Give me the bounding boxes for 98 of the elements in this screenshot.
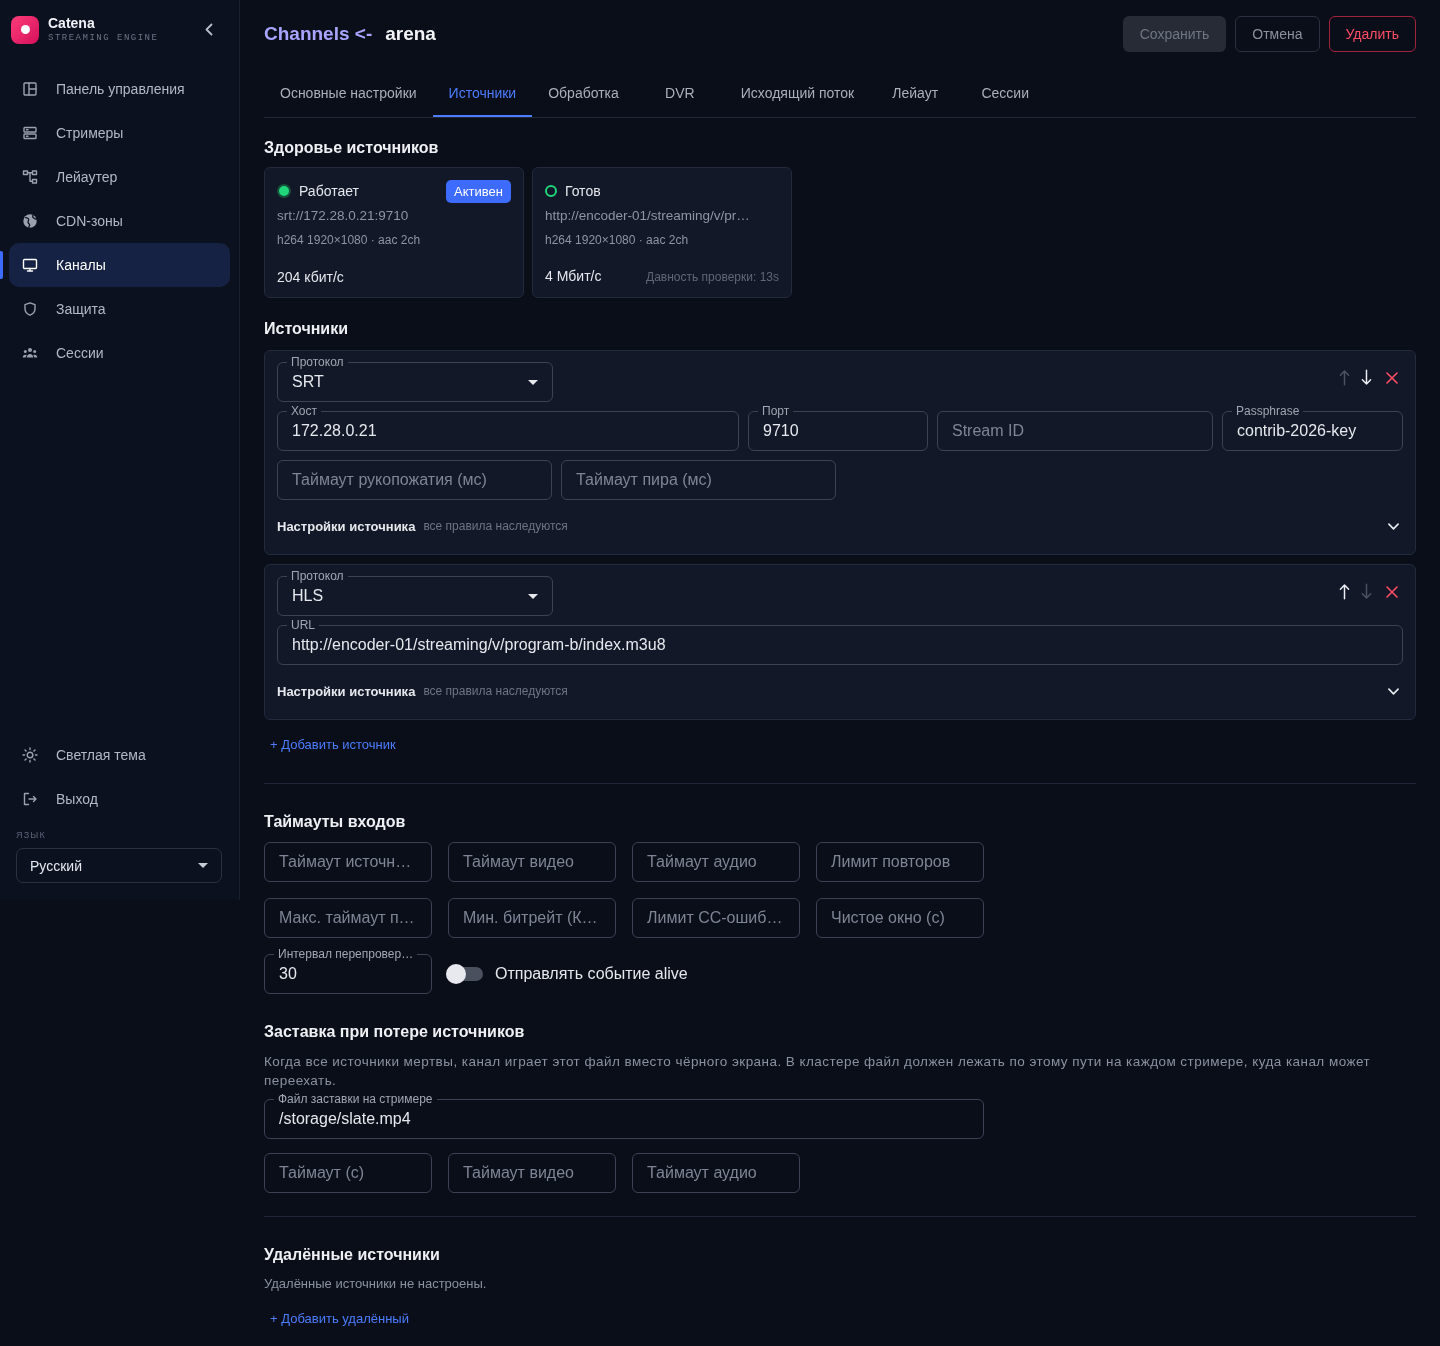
layout-grid-icon: [22, 81, 38, 97]
field-label: Протокол: [290, 569, 345, 583]
chevron-down-icon[interactable]: [1388, 687, 1399, 695]
input-field[interactable]: Мин. битрейт (К…: [448, 898, 616, 938]
input-field[interactable]: Макс. таймаут п…: [264, 898, 432, 938]
field-label: Файл заставки на стримере: [277, 1092, 434, 1106]
section-title: Заставка при потере источников: [264, 1022, 525, 1042]
source-url: http://encoder-01/streaming/v/pr…: [545, 207, 750, 225]
tab[interactable]: Исходящий поток: [724, 71, 871, 117]
close-icon[interactable]: [1386, 585, 1398, 598]
nav-item[interactable]: Стримеры: [9, 111, 230, 155]
tab[interactable]: Основные настройки: [264, 71, 433, 117]
server-stack-icon: [22, 125, 38, 141]
breadcrumb-link[interactable]: Channels <-: [264, 23, 373, 45]
input-field[interactable]: Stream ID: [937, 411, 1213, 451]
nav-item[interactable]: Лейаутер: [9, 155, 230, 199]
logo-icon: [11, 15, 39, 44]
input-field[interactable]: Лимит повторов: [816, 842, 984, 882]
status-badge: Активен: [446, 179, 511, 203]
section-title: Таймауты входов: [264, 812, 406, 832]
chevron-left-icon[interactable]: [205, 23, 213, 36]
codec-info: h264 1920×1080 · aac 2ch: [277, 232, 421, 248]
section-title: Удалённые источники: [264, 1245, 440, 1265]
people-icon: [22, 345, 38, 361]
tab[interactable]: DVR: [634, 71, 725, 117]
caret-down-icon: [528, 379, 538, 385]
codec-info: h264 1920×1080 · aac 2ch: [545, 232, 689, 248]
exit-arrow-icon: [22, 791, 38, 807]
settings-note: все правила наследуются: [423, 684, 568, 698]
input-field[interactable]: Passphrase contrib-2026-key: [1222, 404, 1403, 451]
status-label: Работает: [299, 183, 359, 199]
tab[interactable]: Сессии: [960, 71, 1051, 117]
active-indicator-bar: [0, 251, 3, 279]
source-url: srt://172.28.0.21:9710: [277, 207, 409, 225]
input-field[interactable]: Таймаут рукопожатия (мс): [277, 460, 552, 500]
globe-icon: [22, 213, 38, 229]
field-label: Passphrase: [1235, 404, 1301, 418]
caret-down-icon: [528, 593, 538, 599]
nav-item[interactable]: Панель управления: [9, 67, 230, 111]
language-label: ЯЗЫК: [16, 829, 46, 841]
input-field[interactable]: Хост 172.28.0.21: [277, 404, 739, 451]
status-label: Готов: [565, 183, 601, 199]
nav-item[interactable]: CDN-зоны: [9, 199, 230, 243]
section-title: Источники: [264, 319, 349, 339]
field-label: Протокол: [290, 355, 345, 369]
page-title: arena: [385, 23, 436, 45]
select-field[interactable]: Протокол SRT: [277, 355, 553, 402]
field-label: Порт: [761, 404, 791, 418]
field-label: URL: [290, 618, 316, 632]
tab[interactable]: Источники: [432, 71, 533, 117]
input-field[interactable]: Таймаут источн…: [264, 842, 432, 882]
cancel-button[interactable]: Отмена: [1235, 16, 1320, 52]
toggle-switch[interactable]: [446, 964, 483, 984]
tab[interactable]: Обработка: [532, 71, 635, 117]
add-remote-link[interactable]: + Добавить удалённый: [264, 1308, 415, 1328]
input-field[interactable]: Интервал перепровер… 30: [264, 947, 432, 994]
bitrate-value: 4 Мбит/с: [545, 267, 602, 286]
field-label: Хост: [290, 404, 319, 418]
brand-tagline: STREAMING ENGINE: [48, 33, 159, 44]
input-field[interactable]: Таймаут (с): [264, 1153, 432, 1193]
input-field[interactable]: Таймаут видео: [448, 1153, 616, 1193]
settings-title: Настройки источника: [277, 683, 416, 699]
input-field[interactable]: Файл заставки на стримере /storage/slate.mp4: [264, 1092, 984, 1139]
input-field[interactable]: Таймаут аудио: [632, 1153, 800, 1193]
empty-state-text: Удалённые источники не настроены.: [264, 1275, 487, 1293]
language-select[interactable]: Русский: [16, 848, 222, 883]
bitrate-value: 204 кбит/с: [277, 268, 344, 287]
input-field[interactable]: Таймаут видео: [448, 842, 616, 882]
delete-button[interactable]: Удалить: [1328, 16, 1416, 52]
nav-item[interactable]: Сессии: [9, 331, 230, 375]
section-title: Здоровье источников: [264, 138, 439, 158]
chevron-down-icon[interactable]: [1388, 522, 1399, 530]
shield-icon: [22, 301, 38, 317]
input-field[interactable]: URL http://encoder-01/streaming/v/program-b/index.m3u8: [277, 618, 1403, 665]
settings-title: Настройки источника: [277, 518, 416, 534]
nav-item[interactable]: Выход: [9, 777, 230, 821]
nav-item[interactable]: Каналы: [9, 243, 230, 287]
input-field[interactable]: Таймаут аудио: [632, 842, 800, 882]
add-source-link[interactable]: + Добавить источник: [264, 734, 402, 754]
select-field[interactable]: Протокол HLS: [277, 569, 553, 616]
input-field[interactable]: Порт 9710: [748, 404, 928, 451]
input-field[interactable]: Чистое окно (с): [816, 898, 984, 938]
hierarchy-icon: [22, 169, 38, 185]
section-description: Когда все источники мертвы, канал играет этот файл вместо чёрного экрана. В кластере файл должен лежать по этому пути на каждом стримере, куда канал может переехать.: [264, 1053, 1372, 1090]
toggle-label: Отправлять событие alive: [495, 964, 688, 984]
check-age: Давность проверки: 13s: [646, 269, 779, 286]
close-icon[interactable]: [1386, 371, 1398, 384]
input-field[interactable]: Лимит CC-ошиб…: [632, 898, 800, 938]
input-field[interactable]: Таймаут пира (мс): [561, 460, 836, 500]
brand-name: Catena: [48, 15, 95, 31]
sun-icon: [22, 747, 38, 763]
nav-item[interactable]: Светлая тема: [9, 733, 230, 777]
field-label: Интервал перепровер…: [277, 947, 415, 961]
tab[interactable]: Лейаут: [870, 71, 961, 117]
caret-down-icon: [198, 863, 208, 868]
settings-note: все правила наследуются: [423, 519, 568, 533]
monitor-icon: [22, 257, 38, 273]
nav-item[interactable]: Защита: [9, 287, 230, 331]
